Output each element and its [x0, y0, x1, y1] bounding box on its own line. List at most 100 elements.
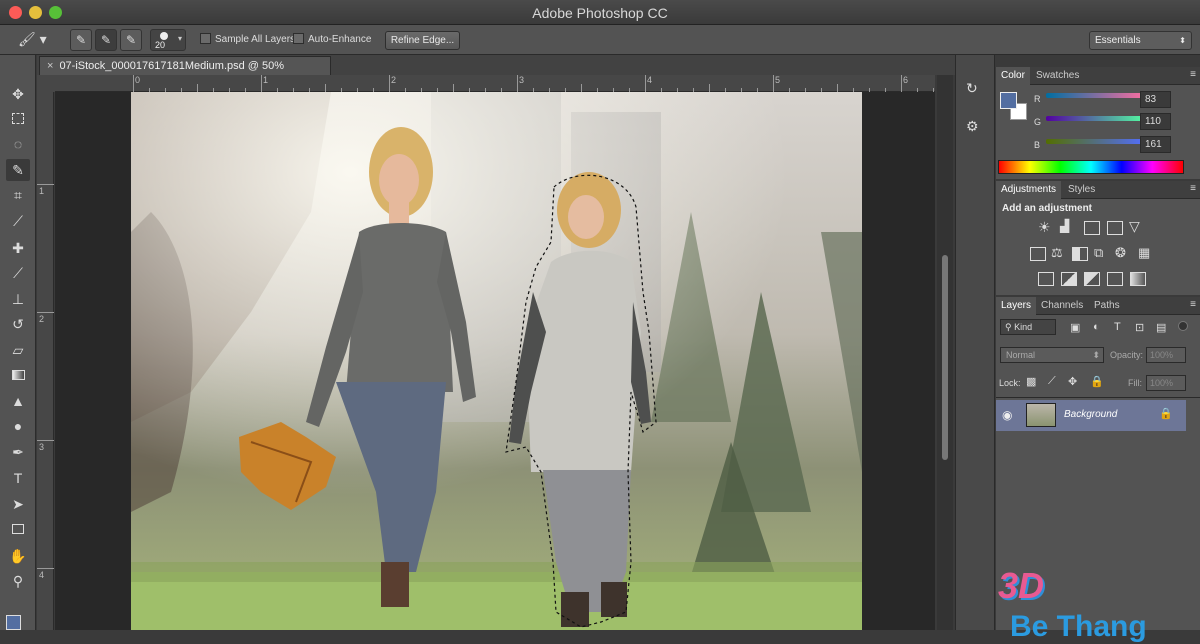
panel-menu-icon[interactable]: ≡ — [1190, 183, 1196, 194]
filter-smart-object-icon[interactable]: ▤ — [1156, 321, 1166, 334]
fill-value: 100% — [1150, 378, 1174, 388]
brush-tool-icon[interactable]: ⟋ — [6, 262, 30, 284]
horizontal-ruler[interactable]: 01234567 — [55, 75, 1036, 92]
refine-edge-button[interactable]: Refine Edge... — [385, 31, 460, 50]
sample-all-layers-checkbox[interactable] — [200, 33, 211, 44]
gradient-tool-icon[interactable] — [6, 364, 30, 386]
eye-visibility-icon[interactable]: ◉ — [1002, 408, 1012, 422]
g-value-field[interactable]: 110 — [1140, 113, 1171, 130]
threshold-icon[interactable] — [1084, 272, 1100, 286]
healing-brush-tool-icon[interactable]: ✚ — [6, 237, 30, 259]
dodge-tool-icon[interactable]: ● — [6, 415, 30, 437]
filter-adjustment-icon[interactable]: ◐ — [1093, 321, 1100, 333]
tab-channels[interactable]: Channels — [1036, 297, 1088, 315]
layer-name[interactable]: Background — [1064, 409, 1117, 420]
fill-field[interactable]: 100% — [1146, 375, 1186, 391]
color-spectrum-bar[interactable] — [998, 160, 1184, 174]
lock-all-icon[interactable]: 🔒 — [1090, 375, 1104, 388]
photo-filter-icon[interactable]: ⧉ — [1094, 245, 1103, 261]
gradient-map-icon[interactable] — [1130, 272, 1146, 286]
b-slider[interactable] — [1046, 139, 1146, 144]
move-tool-icon[interactable]: ✥ — [6, 83, 30, 105]
b-value-field[interactable]: 161 — [1140, 136, 1171, 153]
ruler-number: 6 — [903, 75, 909, 85]
auto-enhance-checkbox[interactable] — [293, 33, 304, 44]
layer-kind-filter[interactable]: ⚲ Kind — [1000, 319, 1056, 335]
subtract-from-selection-brush-button[interactable]: ✎ — [120, 29, 142, 51]
r-slider[interactable] — [1046, 93, 1146, 98]
ruler-number: 2 — [391, 75, 397, 85]
vibrance-icon[interactable]: ▽ — [1129, 218, 1140, 235]
rectangle-tool-icon[interactable] — [6, 518, 30, 540]
watermark-logo: 3D — [998, 565, 1045, 606]
exposure-icon[interactable] — [1107, 221, 1123, 235]
lasso-tool-icon[interactable]: ◌ — [6, 133, 30, 155]
crop-tool-icon[interactable]: ⌗ — [6, 184, 30, 206]
sample-all-layers-label: Sample All Layers — [215, 34, 296, 45]
lock-transparent-icon[interactable]: ▩ — [1026, 375, 1036, 388]
curves-icon[interactable] — [1084, 221, 1100, 235]
layer-row-background[interactable]: ◉ Background 🔒 — [996, 400, 1186, 431]
brightness-contrast-icon[interactable]: ☀ — [1038, 219, 1051, 236]
vertical-ruler[interactable]: 1 2 3 4 — [37, 92, 54, 630]
channel-mixer-icon[interactable]: ❂ — [1115, 245, 1126, 261]
marquee-tool-icon[interactable] — [6, 108, 30, 130]
foreground-color-chip[interactable] — [1000, 92, 1017, 109]
tab-adjustments[interactable]: Adjustments — [996, 181, 1062, 199]
blend-mode-value: Normal — [1006, 350, 1036, 360]
eyedropper-tool-icon[interactable]: ⟋ — [6, 210, 30, 232]
tab-swatches[interactable]: Swatches — [1031, 67, 1084, 85]
color-lookup-icon[interactable]: ▦ — [1138, 245, 1150, 261]
foreground-color-swatch[interactable] — [6, 615, 21, 630]
black-white-icon[interactable] — [1072, 247, 1088, 261]
filter-toggle[interactable] — [1178, 321, 1188, 331]
tab-color[interactable]: Color — [996, 67, 1030, 85]
eraser-tool-icon[interactable]: ▱ — [6, 339, 30, 361]
tab-close-icon[interactable]: × — [47, 60, 53, 72]
lock-image-icon[interactable]: ⟋ — [1048, 375, 1056, 388]
r-value-field[interactable]: 83 — [1140, 91, 1171, 108]
levels-icon[interactable]: ▟ — [1060, 219, 1069, 233]
history-brush-tool-icon[interactable]: ↺ — [6, 313, 30, 335]
lock-position-icon[interactable]: ✥ — [1068, 375, 1077, 388]
history-panel-icon[interactable]: ↻ — [966, 80, 978, 97]
path-selection-tool-icon[interactable]: ➤ — [6, 493, 30, 515]
filter-type-icon[interactable]: T — [1114, 321, 1121, 333]
color-balance-icon[interactable]: ⚖ — [1051, 245, 1063, 261]
hue-saturation-icon[interactable] — [1030, 247, 1046, 261]
panel-menu-icon[interactable]: ≡ — [1190, 299, 1196, 310]
quick-selection-tool-icon[interactable]: ✎ — [6, 159, 30, 181]
document-tab[interactable]: × 07-iStock_000017617181Medium.psd @ 50% … — [39, 56, 331, 90]
blur-tool-icon[interactable]: ▲ — [6, 390, 30, 412]
selective-color-icon[interactable] — [1107, 272, 1123, 286]
document-tab-bar: × 07-iStock_000017617181Medium.psd @ 50% … — [37, 55, 955, 90]
invert-icon[interactable] — [1038, 272, 1054, 286]
properties-panel-icon[interactable]: ⚙ — [966, 118, 979, 135]
filter-shape-icon[interactable]: ⊡ — [1135, 321, 1144, 334]
new-selection-brush-button[interactable]: ✎ — [70, 29, 92, 51]
add-to-selection-brush-button[interactable]: ✎ — [95, 29, 117, 51]
g-slider[interactable] — [1046, 116, 1146, 121]
ruler-origin[interactable] — [37, 75, 55, 92]
quick-select-preset-icon[interactable]: 🖌 ▾ — [18, 31, 54, 49]
filter-pixel-icon[interactable]: ▣ — [1070, 321, 1080, 334]
posterize-icon[interactable] — [1061, 272, 1077, 286]
type-tool-icon[interactable]: T — [6, 467, 30, 489]
opacity-field[interactable]: 100% — [1146, 347, 1186, 363]
layer-thumbnail[interactable] — [1026, 403, 1056, 427]
blend-mode-select[interactable]: Normal ⬍ — [1000, 347, 1104, 363]
tab-paths[interactable]: Paths — [1089, 297, 1125, 315]
pen-tool-icon[interactable]: ✒ — [6, 441, 30, 463]
panel-menu-icon[interactable]: ≡ — [1190, 69, 1196, 80]
hand-tool-icon[interactable]: ✋ — [6, 545, 30, 567]
tab-styles[interactable]: Styles — [1063, 181, 1100, 199]
clone-stamp-tool-icon[interactable]: ⊥ — [6, 288, 30, 310]
document-image[interactable] — [131, 92, 862, 630]
r-label: R — [1034, 94, 1041, 104]
brush-size-picker[interactable]: 20 ▾ — [150, 29, 186, 51]
workspace-switcher[interactable]: Essentials ⬍ — [1089, 31, 1192, 50]
watermark-text: Be Thang — [1010, 610, 1147, 643]
zoom-tool-icon[interactable]: ⚲ — [6, 570, 30, 592]
vertical-scroll-thumb[interactable] — [942, 255, 948, 460]
tab-layers[interactable]: Layers — [996, 297, 1037, 315]
